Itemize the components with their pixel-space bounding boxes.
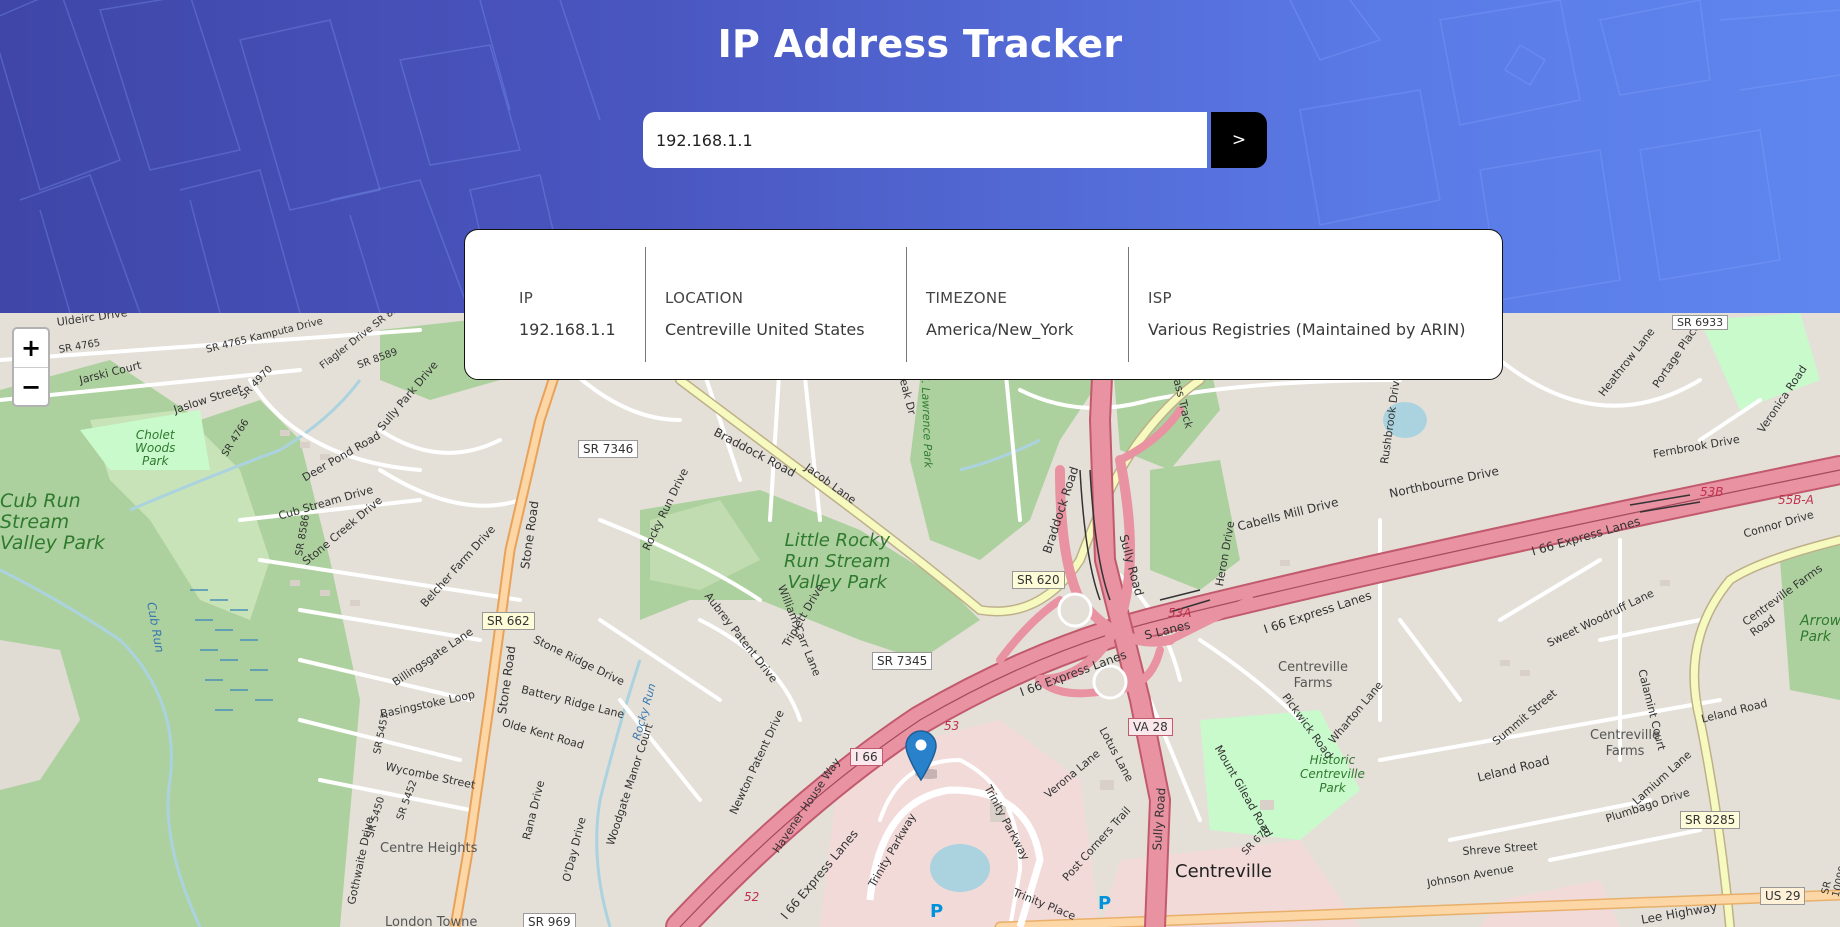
divider [906,247,907,362]
isp-value: Various Registries (Maintained by ARIN) [1148,320,1466,339]
ip-search-input[interactable] [643,112,1207,168]
ip-value: 192.168.1.1 [519,320,616,339]
divider [645,247,646,362]
location-label: LOCATION [665,289,744,307]
page-title: IP Address Tracker [717,22,1123,66]
ip-label: IP [519,289,534,307]
isp-label: ISP [1148,289,1172,307]
zoom-out-button[interactable]: − [14,367,48,406]
zoom-in-button[interactable]: + [14,329,48,367]
zoom-control: + − [12,327,50,407]
map-tiles [0,313,1840,927]
map-pin-icon[interactable] [905,730,943,786]
ip-info-card: IP 192.168.1.1 LOCATION Centreville Unit… [464,229,1503,380]
divider [1128,247,1129,362]
map-container[interactable]: Cub Run Stream Valley Park Little Rocky … [0,313,1840,927]
location-value: Centreville United States [665,320,865,339]
search-submit-button[interactable]: > [1211,112,1267,168]
timezone-label: TIMEZONE [926,289,1008,307]
timezone-value: America/New_York [926,320,1074,339]
ip-search-form: > [643,112,1267,168]
